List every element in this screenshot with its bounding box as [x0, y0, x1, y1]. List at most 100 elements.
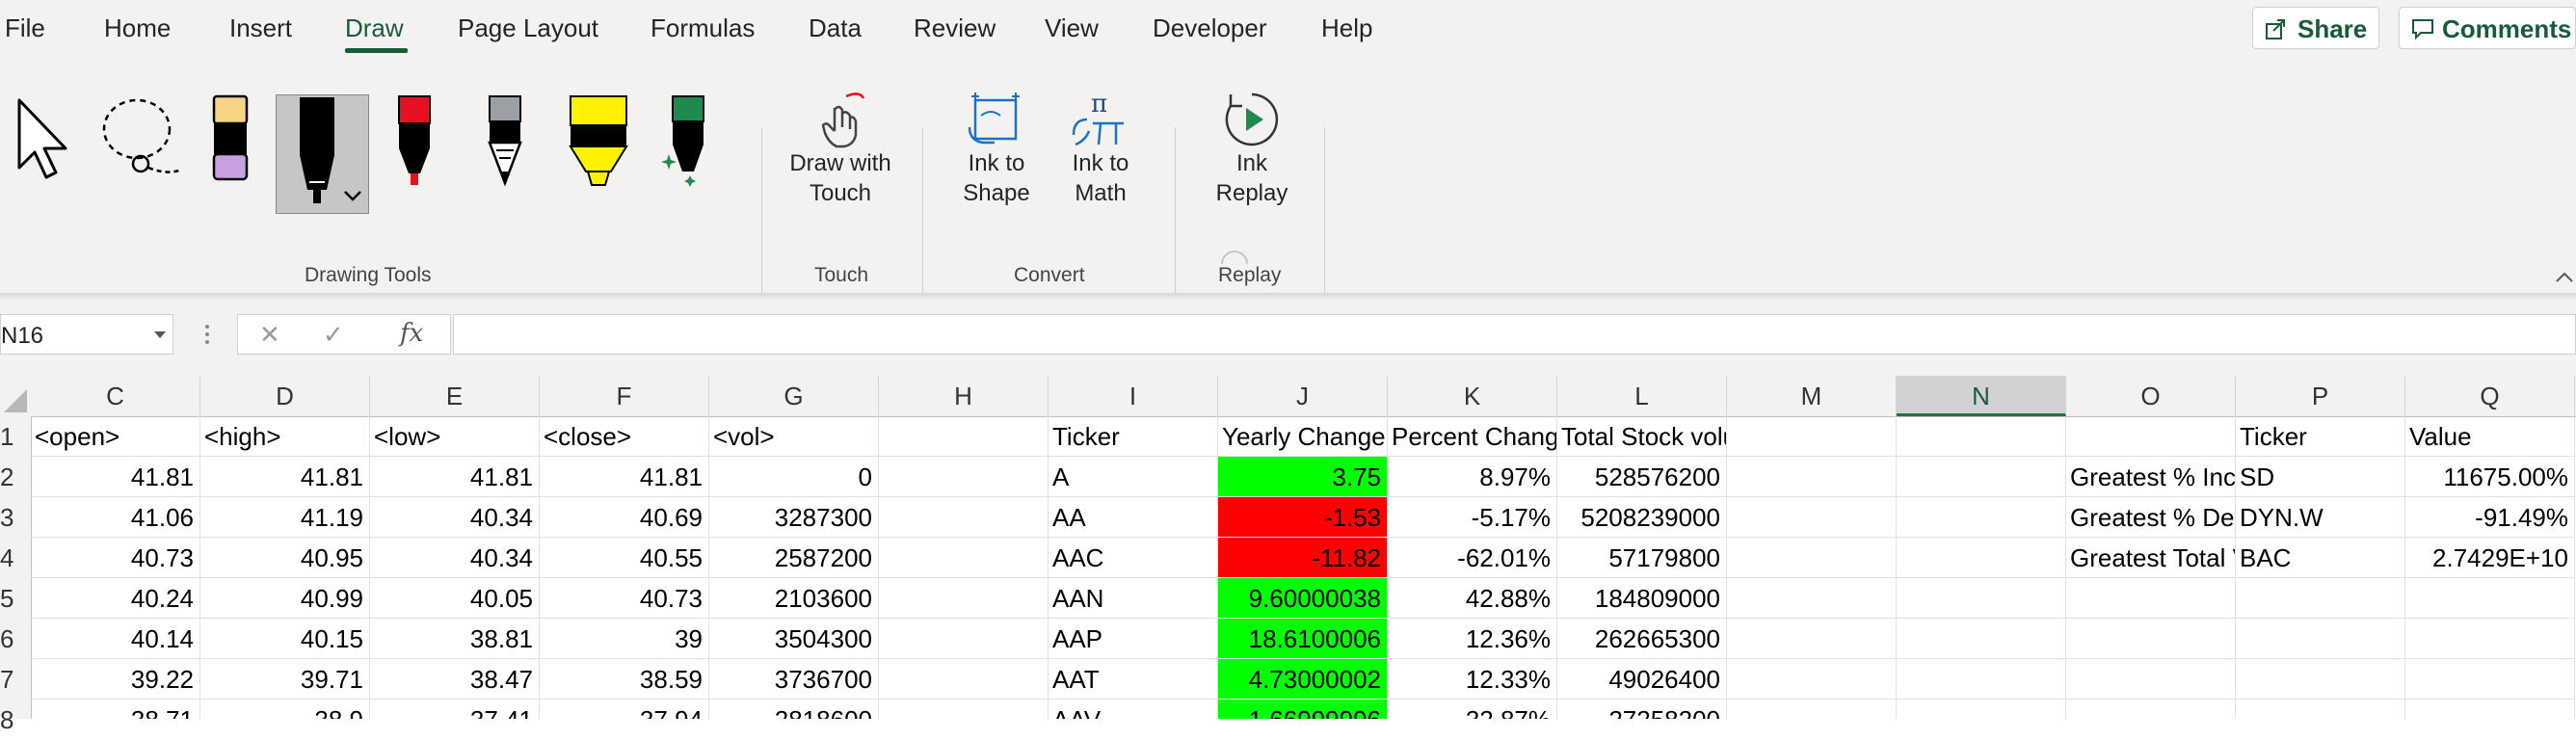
cell-p7[interactable]: [2236, 659, 2405, 700]
cell-m3[interactable]: [1727, 497, 1897, 538]
row-header-1[interactable]: 1: [0, 416, 31, 457]
cell-e5[interactable]: 40.05: [370, 578, 540, 619]
cell-o8[interactable]: [2066, 700, 2236, 719]
cell-e3[interactable]: 40.34: [370, 497, 540, 538]
column-header-g[interactable]: G: [709, 376, 879, 416]
cell-f8[interactable]: 37.94: [540, 700, 709, 719]
cell-k1[interactable]: Percent Change: [1388, 416, 1557, 457]
cell-o3[interactable]: Greatest % Decrease: [2066, 497, 2236, 538]
cell-c5[interactable]: 40.24: [31, 578, 200, 619]
cell-h6[interactable]: [879, 619, 1049, 659]
cell-j1[interactable]: Yearly Change: [1218, 416, 1388, 457]
cell-l7[interactable]: 49026400: [1557, 659, 1727, 700]
cell-g6[interactable]: 3504300: [709, 619, 879, 659]
cell-c3[interactable]: 41.06: [31, 497, 200, 538]
cell-i6[interactable]: AAP: [1049, 619, 1218, 659]
column-header-n[interactable]: N: [1897, 376, 2066, 416]
cell-o2[interactable]: Greatest % Increase: [2066, 457, 2236, 497]
menu-review[interactable]: Review: [914, 13, 996, 43]
yellow-highlighter-icon[interactable]: [567, 94, 630, 187]
select-all-icon[interactable]: [0, 376, 31, 416]
cell-n3[interactable]: [1897, 497, 2066, 538]
cell-n7[interactable]: [1897, 659, 2066, 700]
cell-n1[interactable]: [1897, 416, 2066, 457]
cell-m4[interactable]: [1727, 538, 1897, 578]
cell-l4[interactable]: 57179800: [1557, 538, 1727, 578]
name-box[interactable]: N16: [0, 314, 173, 355]
cell-i1[interactable]: Ticker: [1049, 416, 1218, 457]
menu-data[interactable]: Data: [809, 13, 862, 43]
lasso-select-icon[interactable]: [96, 94, 189, 181]
column-header-p[interactable]: P: [2236, 376, 2405, 416]
cell-l1[interactable]: Total Stock volume: [1557, 416, 1727, 457]
cell-o6[interactable]: [2066, 619, 2236, 659]
cell-f7[interactable]: 38.59: [540, 659, 709, 700]
cell-l2[interactable]: 528576200: [1557, 457, 1727, 497]
cell-p5[interactable]: [2236, 578, 2405, 619]
cell-m8[interactable]: [1727, 700, 1897, 719]
cell-h8[interactable]: [879, 700, 1049, 719]
galaxy-pencil-icon[interactable]: [484, 94, 526, 187]
chevron-down-icon[interactable]: [153, 330, 167, 340]
cell-l3[interactable]: 5208239000: [1557, 497, 1727, 538]
cell-d7[interactable]: 39.71: [200, 659, 370, 700]
ink-to-math-button[interactable]: π Ink to Math: [1062, 85, 1139, 249]
cell-i2[interactable]: A: [1049, 457, 1218, 497]
cell-q8[interactable]: [2405, 700, 2575, 719]
red-pen-icon[interactable]: [393, 94, 436, 187]
drag-handle-icon[interactable]: [202, 321, 212, 348]
ink-to-shape-button[interactable]: Ink to Shape: [958, 85, 1035, 249]
column-header-o[interactable]: O: [2066, 376, 2236, 416]
row-header-6[interactable]: 6: [0, 619, 31, 659]
cell-k3[interactable]: -5.17%: [1388, 497, 1557, 538]
cell-h2[interactable]: [879, 457, 1049, 497]
column-header-i[interactable]: I: [1049, 376, 1218, 416]
cell-q7[interactable]: [2405, 659, 2575, 700]
cell-n5[interactable]: [1897, 578, 2066, 619]
cell-i5[interactable]: AAN: [1049, 578, 1218, 619]
menu-insert[interactable]: Insert: [229, 13, 292, 43]
ink-replay-button[interactable]: Ink Replay: [1208, 85, 1295, 249]
cell-p1[interactable]: Ticker: [2236, 416, 2405, 457]
cell-i4[interactable]: AAC: [1049, 538, 1218, 578]
cell-f2[interactable]: 41.81: [540, 457, 709, 497]
menu-formulas[interactable]: Formulas: [651, 13, 755, 43]
row-header-4[interactable]: 4: [0, 538, 31, 578]
cell-q5[interactable]: [2405, 578, 2575, 619]
cell-m2[interactable]: [1727, 457, 1897, 497]
cell-p3[interactable]: DYN.W: [2236, 497, 2405, 538]
cell-j6[interactable]: 18.6100006: [1218, 619, 1388, 659]
cell-i8[interactable]: AAV: [1049, 700, 1218, 719]
cell-m1[interactable]: [1727, 416, 1897, 457]
cell-o5[interactable]: [2066, 578, 2236, 619]
cell-h5[interactable]: [879, 578, 1049, 619]
cell-g1[interactable]: <vol>: [709, 416, 879, 457]
cell-c7[interactable]: 39.22: [31, 659, 200, 700]
cell-g2[interactable]: 0: [709, 457, 879, 497]
cell-p4[interactable]: BAC: [2236, 538, 2405, 578]
cell-g4[interactable]: 2587200: [709, 538, 879, 578]
column-header-e[interactable]: E: [370, 376, 540, 416]
cell-p8[interactable]: [2236, 700, 2405, 719]
cell-h4[interactable]: [879, 538, 1049, 578]
cell-i7[interactable]: AAT: [1049, 659, 1218, 700]
cell-k5[interactable]: 42.88%: [1388, 578, 1557, 619]
black-pen-selected[interactable]: [276, 94, 369, 214]
row-header-5[interactable]: 5: [0, 578, 31, 619]
column-header-j[interactable]: J: [1218, 376, 1388, 416]
cell-k2[interactable]: 8.97%: [1388, 457, 1557, 497]
column-header-m[interactable]: M: [1727, 376, 1897, 416]
cell-e7[interactable]: 38.47: [370, 659, 540, 700]
cell-n8[interactable]: [1897, 700, 2066, 719]
cell-c4[interactable]: 40.73: [31, 538, 200, 578]
cell-j2[interactable]: 3.75: [1218, 457, 1388, 497]
select-cursor-icon[interactable]: [13, 96, 73, 181]
cell-m5[interactable]: [1727, 578, 1897, 619]
enter-icon[interactable]: ✓: [323, 320, 344, 350]
row-header-3[interactable]: 3: [0, 497, 31, 538]
cell-q2[interactable]: 11675.00%: [2405, 457, 2575, 497]
menu-file[interactable]: File: [5, 13, 45, 43]
column-header-l[interactable]: L: [1557, 376, 1727, 416]
cell-k8[interactable]: 32.87%: [1388, 700, 1557, 719]
cell-d5[interactable]: 40.99: [200, 578, 370, 619]
